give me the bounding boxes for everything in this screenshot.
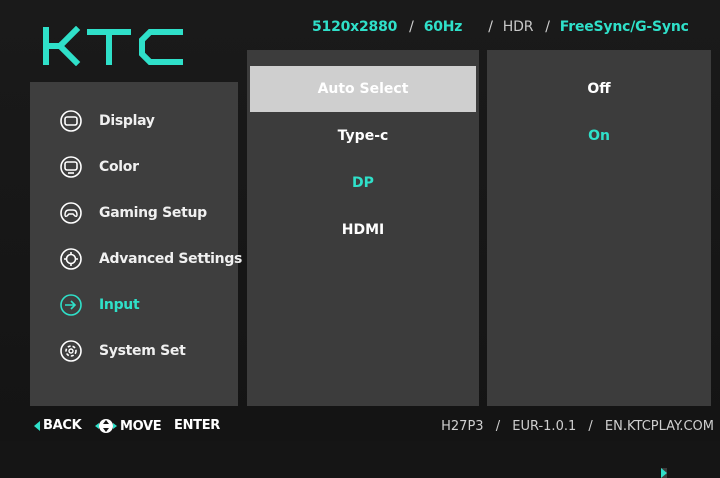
- display-icon: [60, 110, 82, 132]
- website-text: EN.KTCPLAY.COM: [604, 419, 714, 434]
- input-source-list: Auto Select Type-c DP HDMI: [247, 50, 479, 406]
- separator: /: [409, 19, 414, 35]
- move-label: MOVE: [120, 418, 162, 434]
- gamepad-icon: [60, 202, 82, 224]
- main-menu: Display Color Gaming Setup Advanced Sett…: [30, 82, 242, 406]
- separator: /: [488, 19, 493, 35]
- separator: /: [495, 419, 501, 434]
- value-list: Off On: [487, 50, 711, 406]
- menu-item-gaming-setup[interactable]: Gaming Setup: [60, 198, 207, 228]
- left-arrow-icon: [34, 420, 40, 431]
- signal-status-bar: 5120x2880 / 60Hz / HDR / FreeSync/G-Sync: [312, 15, 689, 39]
- menu-item-display[interactable]: Display: [60, 106, 155, 136]
- menu-item-label: System Set: [99, 343, 186, 359]
- input-icon: [60, 294, 82, 316]
- separator: /: [588, 419, 593, 434]
- model-text: H27P3: [441, 419, 484, 434]
- menu-item-input[interactable]: Input: [60, 290, 140, 320]
- value-off[interactable]: Off: [487, 66, 711, 112]
- option-type-c[interactable]: Type-c: [247, 113, 479, 159]
- device-info: H27P3 / EUR-1.0.1 / EN.KTCPLAY.COM: [441, 419, 714, 434]
- menu-item-advanced-settings[interactable]: Advanced Settings: [60, 244, 242, 274]
- option-auto-select[interactable]: Auto Select: [250, 66, 476, 112]
- color-icon: [60, 156, 82, 178]
- hdr-text: HDR: [502, 19, 534, 35]
- value-on[interactable]: On: [487, 113, 711, 159]
- back-hint[interactable]: BACK: [34, 418, 82, 433]
- osd-frame: 5120x2880 / 60Hz / HDR / FreeSync/G-Sync…: [0, 0, 720, 478]
- ktc-logo: [43, 26, 183, 66]
- menu-item-label: Color: [99, 159, 139, 175]
- menu-item-system-set[interactable]: System Set: [60, 336, 186, 366]
- separator: /: [545, 19, 550, 35]
- gear-icon: [60, 248, 82, 270]
- menu-item-color[interactable]: Color: [60, 152, 139, 182]
- move-arrows-icon: [95, 419, 117, 433]
- option-dp[interactable]: DP: [247, 160, 479, 206]
- menu-item-label: Advanced Settings: [99, 251, 243, 267]
- system-icon: [60, 340, 82, 362]
- back-label: BACK: [43, 418, 82, 433]
- enter-hint[interactable]: ENTER: [174, 418, 667, 478]
- menu-item-label: Gaming Setup: [99, 205, 207, 221]
- firmware-text: EUR-1.0.1: [512, 419, 577, 434]
- sync-text: FreeSync/G-Sync: [559, 19, 689, 35]
- bottom-bar: BACK MOVE ENTER H27P3 / EUR-1.0.1 / EN.K…: [0, 414, 720, 478]
- enter-label: ENTER: [174, 418, 221, 433]
- refresh-rate-text: 60Hz: [423, 19, 463, 35]
- option-hdmi[interactable]: HDMI: [247, 207, 479, 253]
- menu-item-label: Input: [99, 297, 140, 313]
- menu-item-label: Display: [99, 113, 155, 129]
- resolution-text: 5120x2880: [312, 19, 398, 35]
- right-arrow-icon: [661, 468, 667, 478]
- move-hint[interactable]: MOVE: [95, 418, 162, 434]
